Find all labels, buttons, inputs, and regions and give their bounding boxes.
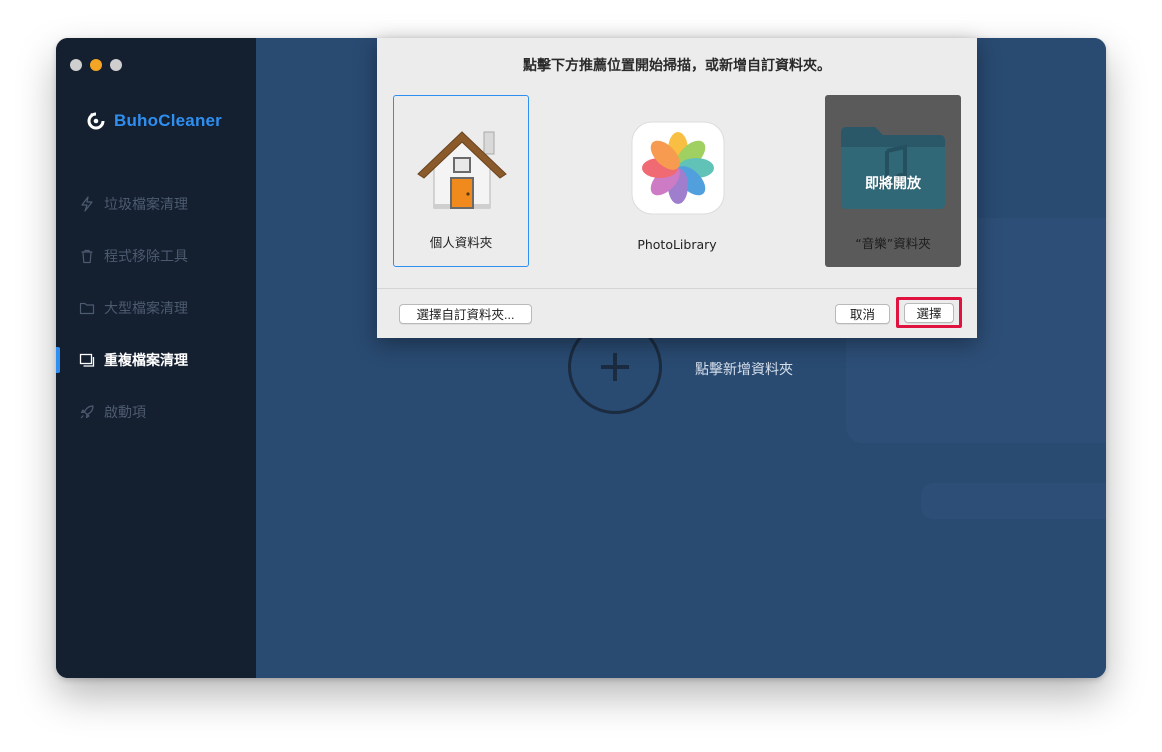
sidebar-item-label: 程式移除工具 [104,249,188,265]
sidebar-item-duplicate-files[interactable]: 重複檔案清理 [56,334,256,386]
sidebar-item-startup[interactable]: 啟動項 [56,386,256,438]
music-folder-card[interactable]: 即將開放 “音樂”資料夾 [825,95,961,267]
folder-icon [79,302,95,315]
window-controls [70,59,122,71]
brand: BuhoCleaner [86,111,222,131]
sidebar-item-label: 大型檔案清理 [104,301,188,317]
cancel-button[interactable]: 取消 [835,304,890,324]
select-button[interactable]: 選擇 [904,303,954,323]
home-folder-icon [417,131,507,209]
photo-library-card[interactable]: PhotoLibrary [609,95,745,267]
rocket-icon [80,405,94,419]
coming-soon-label: 即將開放 [865,176,921,192]
select-button-highlight: 選擇 [896,297,962,328]
sidebar-item-label: 啟動項 [104,405,146,421]
dialog-divider [377,288,977,289]
sidebar-nav: 垃圾檔案清理 程式移除工具 大型檔案清理 重複檔案清理 啟動項 [56,178,256,438]
duplicate-icon [79,353,95,367]
music-folder-icon [841,127,945,209]
choose-custom-folder-button[interactable]: 選擇自訂資料夾... [399,304,532,324]
photos-app-icon [631,121,725,215]
sidebar-item-app-uninstaller[interactable]: 程式移除工具 [56,230,256,282]
sidebar-item-label: 垃圾檔案清理 [104,197,188,213]
sidebar-item-label: 重複檔案清理 [104,353,188,369]
sidebar-item-large-files[interactable]: 大型檔案清理 [56,282,256,334]
minimize-window-button[interactable] [90,59,102,71]
buho-logo-icon [87,112,105,130]
maximize-window-button[interactable] [110,59,122,71]
sidebar-item-junk-cleanup[interactable]: 垃圾檔案清理 [56,178,256,230]
card-label: PhotoLibrary [637,237,717,252]
card-label: “音樂”資料夾 [855,236,931,251]
add-folder-label[interactable]: 點擊新增資料夾 [695,359,793,379]
card-label: 個人資料夾 [429,235,493,250]
lightning-icon [81,196,93,212]
brand-name: BuhoCleaner [114,111,222,130]
trash-icon [81,249,93,264]
dialog-title: 點擊下方推薦位置開始掃描，或新增自訂資料夾。 [523,58,831,74]
sidebar: BuhoCleaner 垃圾檔案清理 程式移除工具 大型檔案清理 重複檔案清理 … [56,38,256,678]
background-decoration [921,483,1106,519]
close-window-button[interactable] [70,59,82,71]
home-folder-card[interactable]: 個人資料夾 [393,95,529,267]
folder-picker-dialog: 點擊下方推薦位置開始掃描，或新增自訂資料夾。 個人資料夾 PhotoLibrar… [377,38,977,338]
